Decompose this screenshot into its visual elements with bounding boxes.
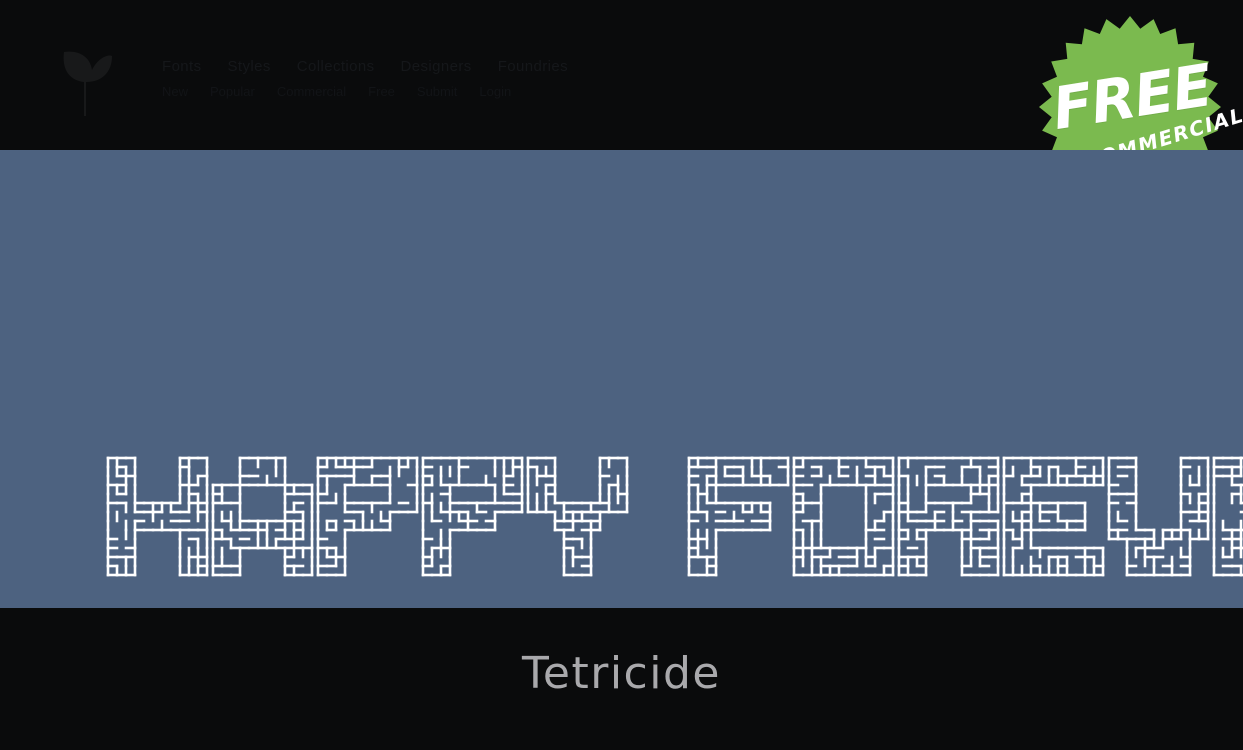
badge-ribbon-text: FOR COMMERCIAL USE [1025,86,1243,150]
subnav-item-commercial[interactable]: Commercial [277,82,346,102]
badge-ribbon: FOR COMMERCIAL USE [1025,86,1243,150]
header-subnav: New Popular Commercial Free Submit Login [162,82,722,102]
nav-item-styles[interactable]: Styles [228,56,271,78]
starburst-icon [1039,16,1221,150]
nav-item-collections[interactable]: Collections [297,56,375,78]
font-name-label: Tetricide [522,648,721,699]
subnav-item-submit[interactable]: Submit [417,82,457,102]
badge-title: FREE [1047,50,1217,144]
font-preview-panel [0,150,1243,608]
leaf-logo-icon[interactable] [58,42,114,116]
header-nav: Fonts Styles Collections Designers Found… [162,56,702,78]
subnav-item-popular[interactable]: Popular [210,82,255,102]
subnav-item-free[interactable]: Free [368,82,395,102]
nav-item-designers[interactable]: Designers [401,56,472,78]
free-for-commercial-use-badge: FREE FOR COMMERCIAL USE [1025,16,1243,150]
font-preview-page: Fonts Styles Collections Designers Found… [0,0,1243,750]
sample-text-render [0,150,1243,608]
nav-item-foundries[interactable]: Foundries [498,56,568,78]
font-name-bar: Tetricide [0,608,1243,750]
subnav-item-new[interactable]: New [162,82,188,102]
site-header: Fonts Styles Collections Designers Found… [0,0,1243,150]
nav-item-fonts[interactable]: Fonts [162,56,202,78]
subnav-item-login[interactable]: Login [479,82,511,102]
